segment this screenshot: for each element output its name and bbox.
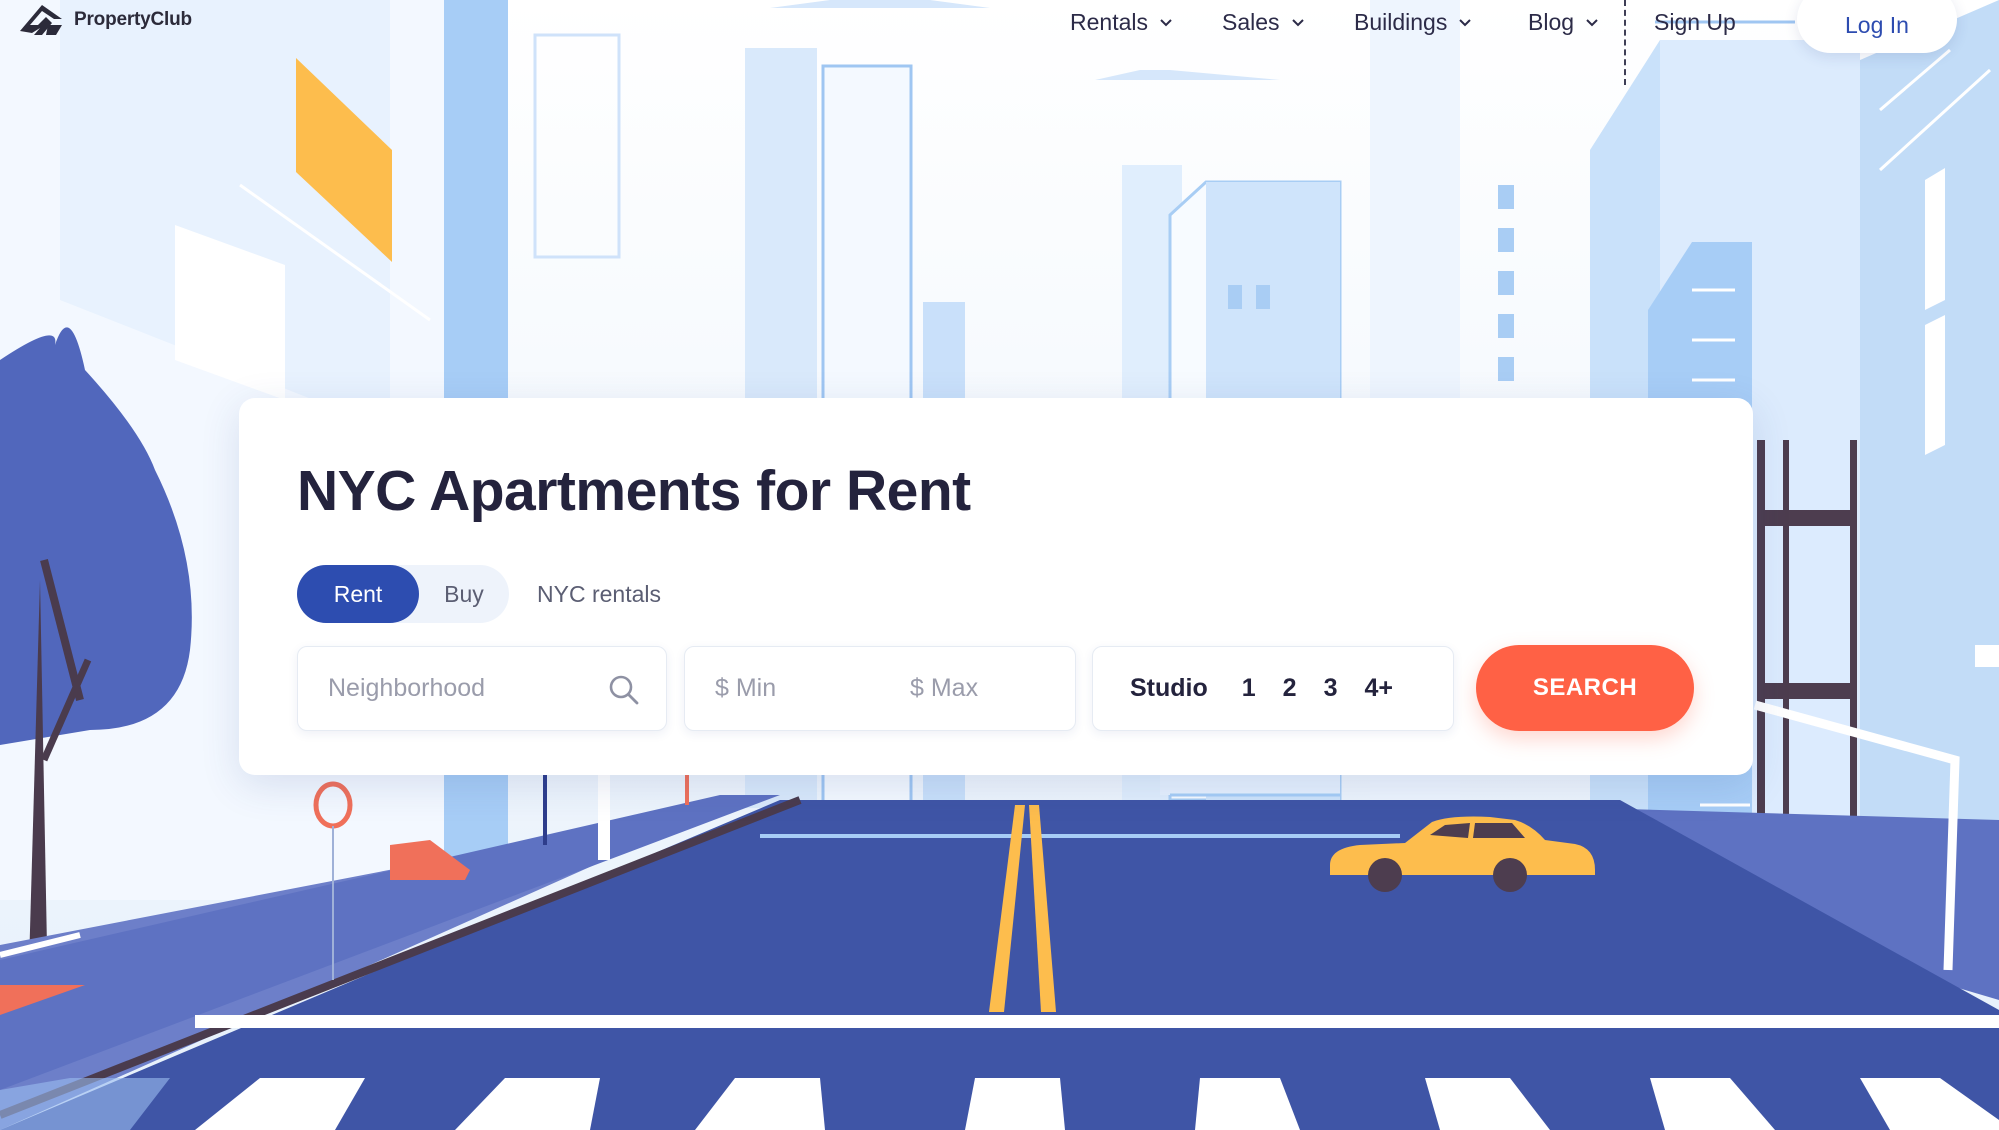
nav-label: Rentals bbox=[1070, 8, 1148, 35]
bedroom-option-studio[interactable]: Studio bbox=[1118, 664, 1220, 714]
bedroom-option-1[interactable]: 1 bbox=[1230, 664, 1268, 714]
nav-sales[interactable]: Sales bbox=[1222, 5, 1306, 39]
top-navigation: PropertyClub Rentals Sales Buildings Blo… bbox=[0, 0, 1999, 85]
chevron-down-icon bbox=[1586, 19, 1598, 27]
bedroom-option-4plus[interactable]: 4+ bbox=[1352, 664, 1405, 714]
search-button[interactable]: SEARCH bbox=[1476, 645, 1694, 731]
neighborhood-input[interactable] bbox=[298, 647, 598, 730]
nav-label: Blog bbox=[1528, 8, 1575, 35]
nav-label: Buildings bbox=[1354, 8, 1448, 35]
price-max-input[interactable] bbox=[880, 647, 1075, 730]
nav-label: Sales bbox=[1222, 8, 1280, 35]
tab-rent[interactable]: Rent bbox=[297, 565, 419, 623]
search-card: NYC Apartments for Rent Rent Buy NYC ren… bbox=[239, 398, 1753, 775]
brand-logo[interactable]: PropertyClub bbox=[18, 0, 192, 40]
chevron-down-icon bbox=[1459, 19, 1472, 27]
price-range-field bbox=[684, 646, 1076, 731]
bedroom-option-3[interactable]: 3 bbox=[1312, 664, 1350, 714]
nyc-rentals-link[interactable]: NYC rentals bbox=[537, 565, 661, 623]
price-min-input[interactable] bbox=[685, 647, 880, 730]
bedrooms-selector: Studio 1 2 3 4+ bbox=[1092, 646, 1454, 731]
nav-divider bbox=[1624, 0, 1626, 85]
signup-link[interactable]: Sign Up bbox=[1654, 5, 1736, 39]
chevron-down-icon bbox=[1291, 19, 1304, 27]
search-icon[interactable] bbox=[608, 674, 640, 706]
bedroom-option-2[interactable]: 2 bbox=[1271, 664, 1309, 714]
nav-buildings[interactable]: Buildings bbox=[1354, 5, 1473, 39]
neighborhood-field bbox=[297, 646, 667, 731]
nav-blog[interactable]: Blog bbox=[1528, 5, 1600, 39]
chevron-down-icon bbox=[1160, 19, 1172, 27]
tab-buy[interactable]: Buy bbox=[419, 565, 509, 623]
rent-buy-toggle: Rent Buy bbox=[297, 565, 509, 623]
logo-icon bbox=[20, 5, 62, 35]
login-button[interactable]: Log In bbox=[1797, 0, 1957, 53]
page-title: NYC Apartments for Rent bbox=[297, 459, 971, 523]
nav-rentals[interactable]: Rentals bbox=[1070, 5, 1174, 39]
brand-name: PropertyClub bbox=[74, 9, 192, 30]
